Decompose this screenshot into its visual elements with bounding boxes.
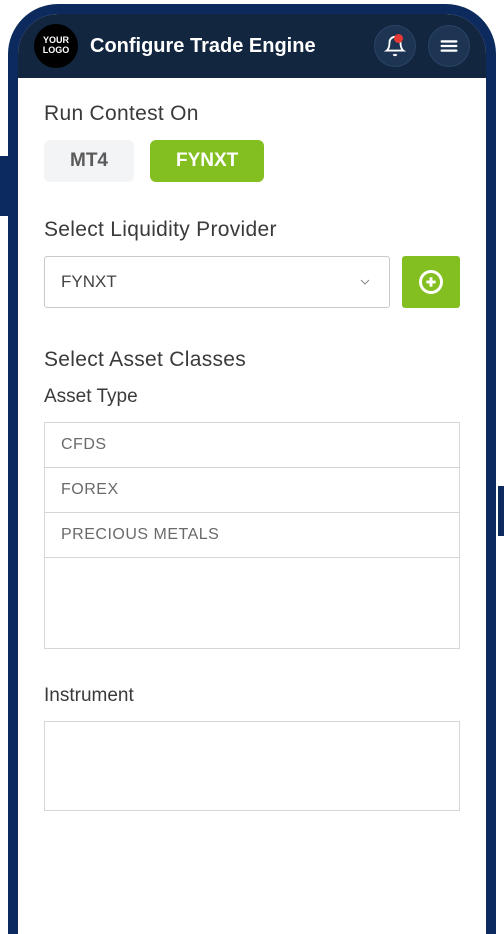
- contest-label: Run Contest On: [44, 102, 460, 126]
- asset-type-label: Asset Type: [44, 386, 460, 408]
- liquidity-selected-value: FYNXT: [61, 272, 117, 292]
- asset-type-item[interactable]: FOREX: [45, 468, 459, 513]
- plus-circle-icon: [417, 268, 445, 296]
- app-header: YOUR LOGO Configure Trade Engine: [18, 14, 486, 78]
- frame-notch-left: [0, 156, 8, 216]
- contest-toggle-row: MT4 FYNXT: [44, 140, 460, 182]
- asset-type-item[interactable]: PRECIOUS METALS: [45, 513, 459, 558]
- notifications-button[interactable]: [374, 25, 416, 67]
- chevron-down-icon: [357, 274, 373, 290]
- contest-option-mt4[interactable]: MT4: [44, 140, 134, 182]
- add-liquidity-button[interactable]: [402, 256, 460, 308]
- notification-dot: [394, 34, 403, 43]
- asset-section-label: Select Asset Classes: [44, 348, 460, 372]
- asset-type-list: CFDS FOREX PRECIOUS METALS: [44, 422, 460, 649]
- page-title: Configure Trade Engine: [90, 35, 362, 58]
- hamburger-icon: [438, 35, 460, 57]
- instrument-label: Instrument: [44, 685, 460, 707]
- liquidity-label: Select Liquidity Provider: [44, 218, 460, 242]
- contest-option-fynxt[interactable]: FYNXT: [150, 140, 264, 182]
- content: Run Contest On MT4 FYNXT Select Liquidit…: [18, 78, 486, 835]
- liquidity-select[interactable]: FYNXT: [44, 256, 390, 308]
- menu-button[interactable]: [428, 25, 470, 67]
- asset-type-empty-space: [45, 558, 459, 648]
- phone-frame: YOUR LOGO Configure Trade Engine Run Con…: [8, 4, 496, 934]
- liquidity-row: FYNXT: [44, 256, 460, 308]
- instrument-list[interactable]: [44, 721, 460, 811]
- frame-notch-right: [498, 486, 504, 536]
- asset-type-item[interactable]: CFDS: [45, 423, 459, 468]
- logo: YOUR LOGO: [34, 24, 78, 68]
